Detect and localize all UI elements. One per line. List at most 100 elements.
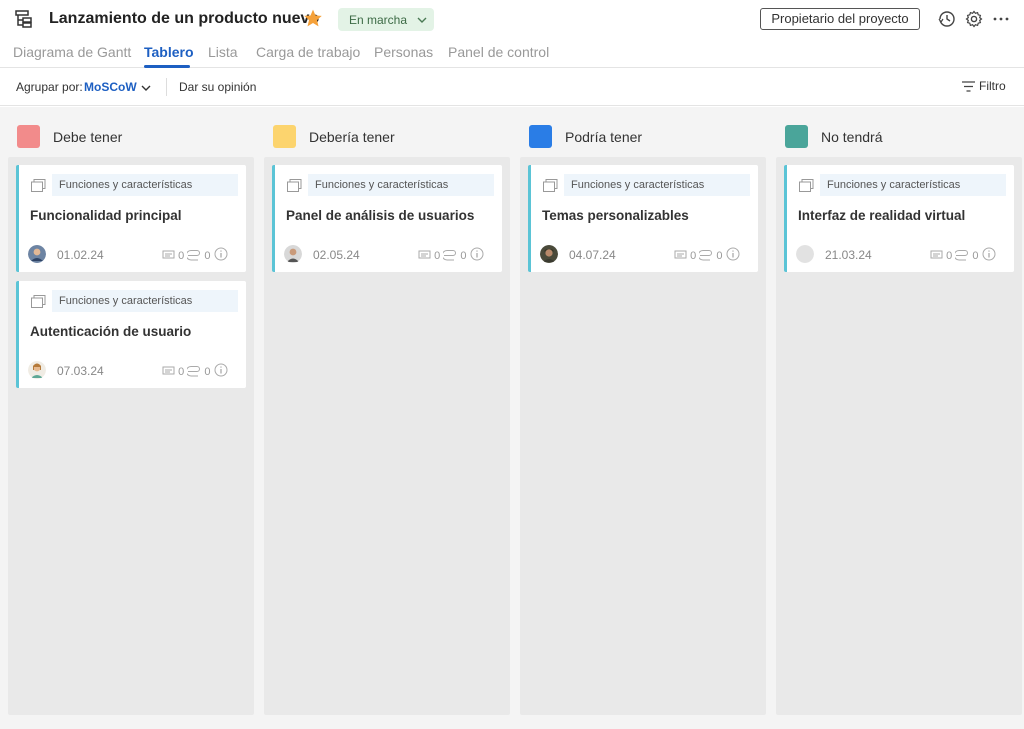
task-card[interactable]: Funciones y características Funcionalida… <box>16 165 246 272</box>
project-owner-button[interactable]: Propietario del proyecto <box>760 8 920 30</box>
comment-count: 0 <box>434 250 441 262</box>
project-tree-icon <box>15 10 32 28</box>
due-date: 02.05.24 <box>313 248 360 262</box>
task-card[interactable]: Funciones y características Temas person… <box>528 165 758 272</box>
info-icon[interactable] <box>214 363 228 377</box>
category-tag: Funciones y características <box>564 174 750 196</box>
comment-icon <box>162 366 175 375</box>
toolbar: Agrupar por: MoSCoW Dar su opinión Filtr… <box>0 68 1024 106</box>
column-color-swatch <box>273 125 296 148</box>
card-meta: 0 0 <box>162 363 228 378</box>
comment-icon <box>930 250 943 259</box>
category-tag: Funciones y características <box>820 174 1006 196</box>
category-tag: Funciones y características <box>52 174 238 196</box>
column-should: Funciones y características Panel de aná… <box>264 157 510 715</box>
info-icon[interactable] <box>982 247 996 261</box>
tab-board[interactable]: Tablero <box>144 44 194 60</box>
column-title: Debería tener <box>309 129 395 145</box>
card-title: Interfaz de realidad virtual <box>798 208 966 223</box>
chevron-down-icon <box>417 17 427 23</box>
tab-list[interactable]: Lista <box>208 44 238 60</box>
card-meta: 0 0 <box>674 247 740 262</box>
unassigned-avatar <box>796 245 814 263</box>
history-icon[interactable] <box>938 10 956 28</box>
column-color-swatch <box>529 125 552 148</box>
comment-count: 0 <box>178 366 185 378</box>
column-must: Funciones y características Funcionalida… <box>8 157 254 715</box>
due-date: 21.03.24 <box>825 248 872 262</box>
tab-dashboard[interactable]: Panel de control <box>448 44 549 60</box>
category-tag: Funciones y características <box>308 174 494 196</box>
attachment-count: 0 <box>204 366 211 378</box>
folder-icon <box>799 179 814 192</box>
card-title: Panel de análisis de usuarios <box>286 208 475 223</box>
card-title: Temas personalizables <box>542 208 689 223</box>
gear-icon[interactable] <box>965 10 983 28</box>
comment-icon <box>162 250 175 259</box>
attachment-count: 0 <box>460 250 467 262</box>
header: Lanzamiento de un producto nuevo En marc… <box>0 0 1024 40</box>
status-dropdown[interactable]: En marcha <box>338 8 434 31</box>
due-date: 01.02.24 <box>57 248 104 262</box>
folder-icon <box>287 179 302 192</box>
card-meta: 0 0 <box>162 247 228 262</box>
chevron-down-icon[interactable] <box>140 82 152 94</box>
column-title: No tendrá <box>821 129 883 145</box>
category-tag: Funciones y características <box>52 290 238 312</box>
tab-workload[interactable]: Carga de trabajo <box>256 44 360 60</box>
comment-count: 0 <box>946 250 953 262</box>
info-icon[interactable] <box>470 247 484 261</box>
info-icon[interactable] <box>726 247 740 261</box>
more-icon[interactable] <box>992 10 1010 28</box>
tab-gantt[interactable]: Diagrama de Gantt <box>13 44 131 60</box>
attachment-icon <box>186 366 201 377</box>
page-title: Lanzamiento de un producto nuevo <box>49 10 320 27</box>
avatar <box>28 361 46 379</box>
feedback-link[interactable]: Dar su opinión <box>179 80 256 94</box>
info-icon[interactable] <box>214 247 228 261</box>
column-color-swatch <box>785 125 808 148</box>
filter-button[interactable]: Filtro <box>962 79 1006 93</box>
folder-icon <box>31 295 46 308</box>
due-date: 07.03.24 <box>57 364 104 378</box>
avatar <box>28 245 46 263</box>
column-color-swatch <box>17 125 40 148</box>
comment-count: 0 <box>690 250 697 262</box>
status-label: En marcha <box>349 13 408 27</box>
attachment-icon <box>442 250 457 261</box>
tab-people[interactable]: Personas <box>374 44 433 60</box>
filter-icon <box>962 81 975 92</box>
view-tabs: Diagrama de Gantt Tablero Lista Carga de… <box>0 40 1024 68</box>
column-title: Debe tener <box>53 129 123 145</box>
avatar <box>284 245 302 263</box>
attachment-icon <box>954 250 969 261</box>
star-icon[interactable] <box>303 8 323 28</box>
task-card[interactable]: Funciones y características Panel de aná… <box>272 165 502 272</box>
task-card[interactable]: Funciones y características Interfaz de … <box>784 165 1014 272</box>
column-could: Funciones y características Temas person… <box>520 157 766 715</box>
card-meta: 0 0 <box>418 247 484 262</box>
folder-icon <box>543 179 558 192</box>
card-meta: 0 0 <box>930 247 996 262</box>
avatar <box>540 245 558 263</box>
attachment-count: 0 <box>972 250 979 262</box>
board: Debe tener Funciones y características F… <box>0 107 1024 729</box>
column-title: Podría tener <box>565 129 643 145</box>
attachment-count: 0 <box>204 250 211 262</box>
group-by-value[interactable]: MoSCoW <box>84 80 137 94</box>
card-title: Autenticación de usuario <box>30 324 192 339</box>
comment-icon <box>674 250 687 259</box>
folder-icon <box>31 179 46 192</box>
due-date: 04.07.24 <box>569 248 616 262</box>
attachment-count: 0 <box>716 250 723 262</box>
attachment-icon <box>186 250 201 261</box>
column-wont: Funciones y características Interfaz de … <box>776 157 1022 715</box>
filter-label: Filtro <box>979 79 1006 93</box>
comment-count: 0 <box>178 250 185 262</box>
divider <box>166 78 167 96</box>
group-by-label: Agrupar por: <box>16 80 83 94</box>
attachment-icon <box>698 250 713 261</box>
comment-icon <box>418 250 431 259</box>
card-title: Funcionalidad principal <box>30 208 182 223</box>
task-card[interactable]: Funciones y características Autenticació… <box>16 281 246 388</box>
